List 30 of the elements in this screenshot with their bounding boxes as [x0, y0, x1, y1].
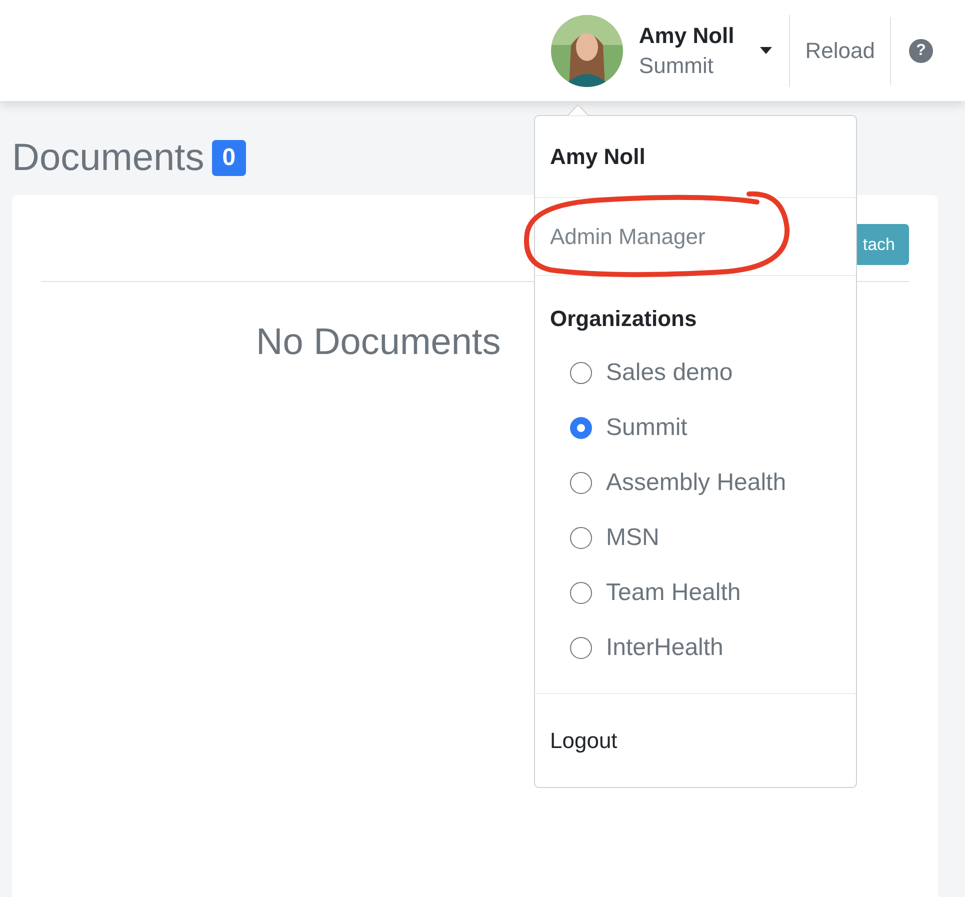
organization-option[interactable]: Assembly Health	[535, 455, 856, 510]
organizations-heading: Organizations	[549, 305, 698, 333]
role-label: Admin Manager	[550, 224, 706, 249]
page-title: Documents	[12, 136, 204, 180]
count-badge: 0	[212, 140, 246, 176]
organization-option[interactable]: InterHealth	[535, 620, 856, 675]
radio-button[interactable]	[570, 362, 592, 384]
organization-label: Team Health	[606, 578, 741, 608]
menu-user-name: Amy Noll	[550, 144, 646, 169]
reload-button[interactable]: Reload	[790, 34, 890, 67]
organization-option[interactable]: MSN	[535, 510, 856, 565]
organization-option[interactable]: Summit	[535, 400, 856, 455]
organization-label: MSN	[606, 522, 660, 552]
organization-option[interactable]: Sales demo	[535, 345, 856, 400]
radio-button[interactable]	[570, 582, 592, 604]
user-organization: Summit	[638, 52, 714, 80]
user-name: Amy Noll	[638, 22, 734, 50]
logout-item[interactable]: Logout	[550, 724, 618, 757]
organization-label: InterHealth	[606, 632, 724, 662]
help-icon[interactable]: ?	[909, 38, 933, 62]
radio-button[interactable]	[570, 526, 592, 548]
radio-button[interactable]	[570, 416, 592, 438]
caret-icon[interactable]	[760, 47, 772, 54]
empty-message: No Documents	[256, 320, 501, 364]
radio-button[interactable]	[570, 636, 592, 658]
organization-label: Sales demo	[606, 358, 733, 388]
organization-label: Assembly Health	[606, 468, 786, 498]
radio-button[interactable]	[570, 472, 592, 494]
organization-option[interactable]: Team Health	[535, 565, 856, 620]
organization-label: Summit	[606, 412, 688, 442]
